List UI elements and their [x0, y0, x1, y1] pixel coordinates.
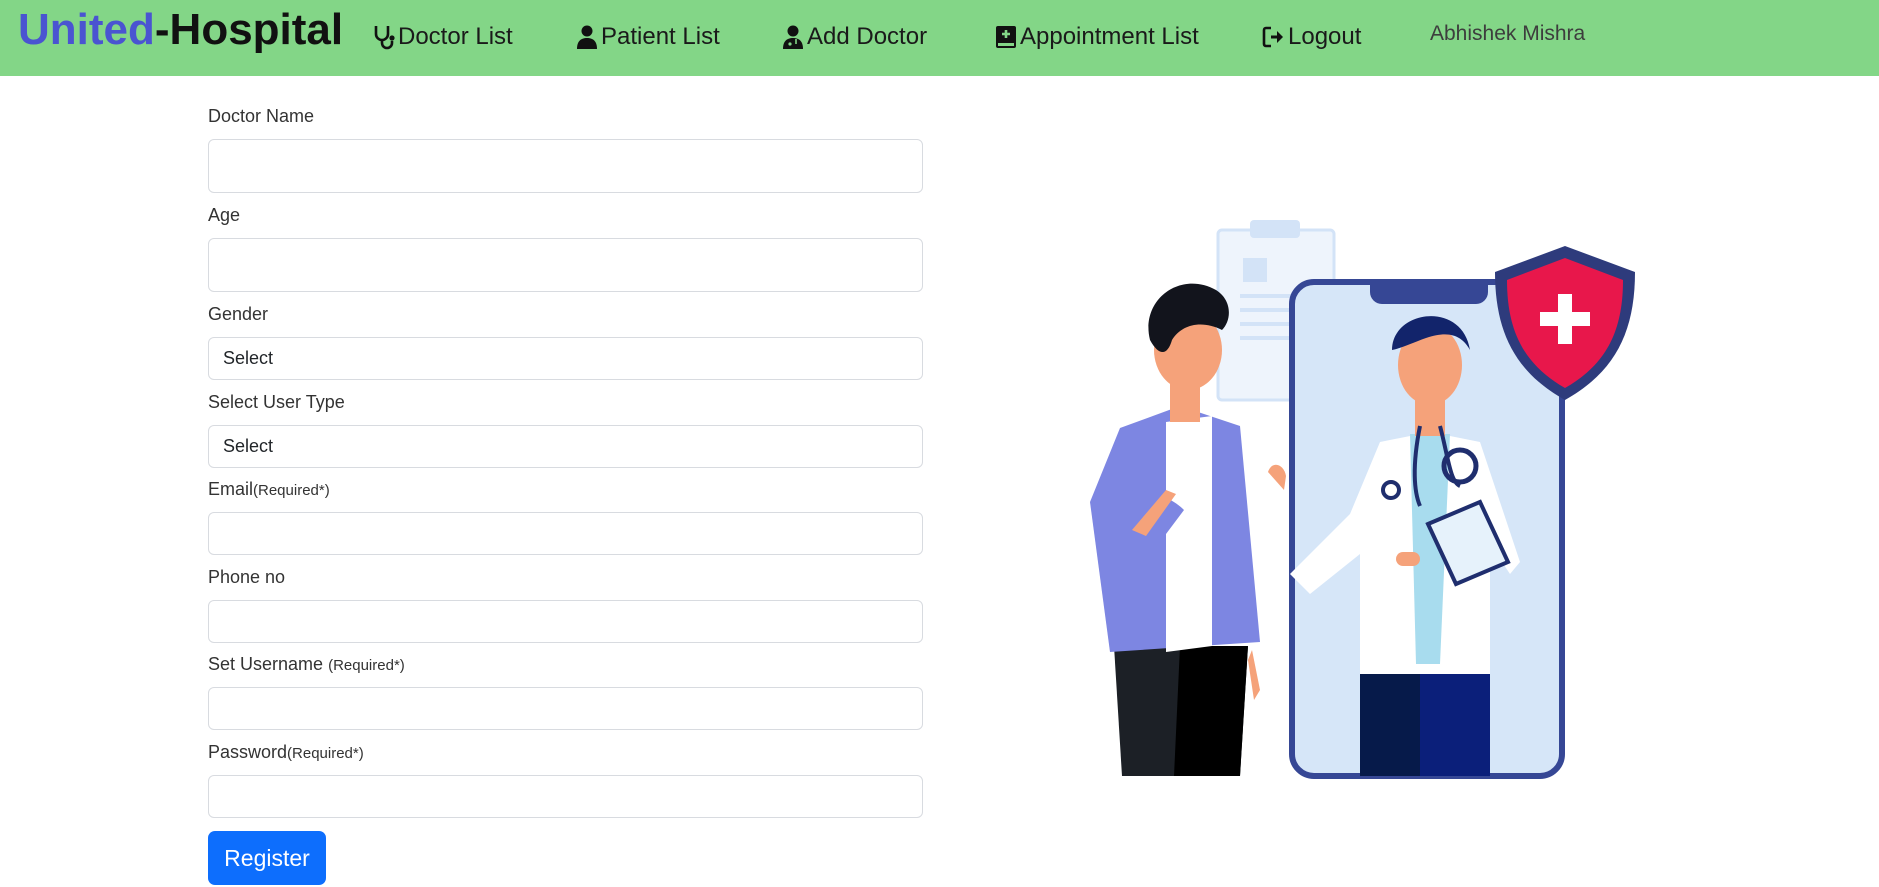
- user-doctor-icon: [781, 24, 805, 50]
- gender-label: Gender: [208, 304, 269, 324]
- brand-logo[interactable]: United-Hospital: [18, 4, 343, 56]
- email-label-text: Email: [208, 479, 254, 499]
- nav-doctor-list-label: Doctor List: [398, 23, 513, 50]
- gender-select-value: Select: [223, 348, 274, 368]
- brand-part-united: United: [18, 5, 155, 54]
- nav-appointment-list[interactable]: Appointment List: [994, 20, 1199, 54]
- email-required-note: (Required*): [253, 482, 330, 499]
- user-type-select[interactable]: Select: [208, 425, 923, 468]
- password-label: Password(Required*): [208, 742, 364, 763]
- password-field[interactable]: [208, 775, 923, 818]
- password-label-text: Password: [208, 742, 288, 762]
- current-user-name: Abhishek Mishra: [1430, 22, 1586, 45]
- nav-appointment-list-label: Appointment List: [1020, 23, 1199, 50]
- email-field[interactable]: [208, 512, 923, 555]
- nav-logout[interactable]: Logout: [1262, 20, 1361, 54]
- register-button[interactable]: Register: [208, 831, 326, 885]
- top-navbar: United-Hospital Doctor List Patient List…: [0, 0, 1879, 76]
- stethoscope-icon: [372, 24, 396, 50]
- nav-patient-list[interactable]: Patient List: [575, 20, 720, 54]
- phone-field[interactable]: [208, 600, 923, 643]
- user-type-select-value: Select: [223, 436, 274, 456]
- sign-out-icon: [1262, 24, 1286, 50]
- username-field[interactable]: [208, 687, 923, 730]
- nav-logout-label: Logout: [1288, 23, 1362, 50]
- username-label-text: Set Username: [208, 654, 324, 674]
- nav-doctor-list[interactable]: Doctor List: [372, 20, 513, 54]
- gender-select[interactable]: Select: [208, 337, 923, 380]
- nav-add-doctor-label: Add Doctor: [807, 23, 928, 50]
- username-required-note: (Required*): [328, 657, 405, 674]
- age-input[interactable]: [208, 238, 923, 292]
- brand-part-hospital: -Hospital: [154, 5, 344, 54]
- book-medical-icon: [994, 24, 1018, 50]
- doctor-patient-illustration: [1080, 210, 1640, 790]
- doctor-name-input[interactable]: [208, 139, 923, 193]
- nav-add-doctor[interactable]: Add Doctor: [781, 20, 927, 54]
- password-required-note: (Required*): [287, 745, 364, 762]
- nav-patient-list-label: Patient List: [601, 23, 720, 50]
- user-icon: [575, 24, 599, 50]
- phone-label: Phone no: [208, 567, 286, 587]
- age-label: Age: [208, 205, 241, 225]
- user-type-label: Select User Type: [208, 392, 345, 412]
- username-label: Set Username (Required*): [208, 654, 405, 675]
- doctor-name-label: Doctor Name: [208, 106, 315, 126]
- email-label: Email(Required*): [208, 479, 330, 500]
